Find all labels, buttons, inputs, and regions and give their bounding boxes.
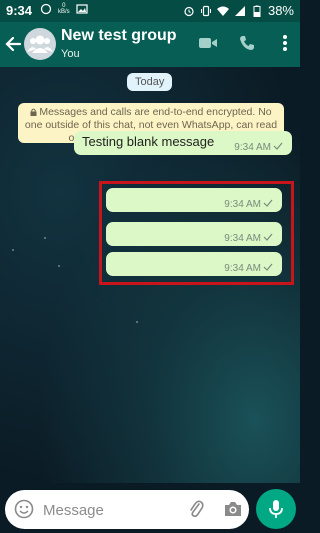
group-subtitle[interactable]: You: [61, 48, 80, 60]
status-time: 9:34: [6, 3, 33, 18]
date-divider: Today: [127, 73, 173, 91]
battery-percent: 38%: [267, 3, 294, 18]
message-bubble[interactable]: Testing blank message 9:34 AM: [74, 131, 292, 155]
battery-icon: [253, 5, 261, 17]
network-speed: 0 kB/s: [58, 3, 70, 15]
vibrate-icon: [200, 5, 211, 16]
alarm-icon: [184, 6, 194, 16]
back-arrow-icon[interactable]: [4, 33, 24, 55]
image-notification-icon: [76, 4, 88, 14]
voice-call-icon[interactable]: [238, 34, 256, 52]
voice-message-button[interactable]: [256, 489, 296, 529]
message-text: Testing blank message: [82, 134, 215, 149]
video-call-icon[interactable]: [198, 35, 218, 51]
message-composer: [5, 490, 249, 529]
more-options-icon[interactable]: [282, 33, 288, 53]
wifi-icon: [216, 6, 229, 16]
camera-icon[interactable]: [223, 500, 243, 518]
mic-icon: [269, 500, 283, 518]
group-icon: [27, 35, 53, 53]
signal-icon: [234, 5, 245, 16]
group-avatar[interactable]: [24, 28, 56, 60]
attach-icon[interactable]: [188, 499, 204, 519]
message-input[interactable]: [41, 498, 185, 522]
highlight-box: [99, 181, 294, 285]
whatsapp-notification-icon: [40, 3, 52, 15]
chat-header: New test group You: [0, 22, 300, 67]
group-title[interactable]: New test group: [61, 27, 177, 45]
message-meta: 9:34 AM: [234, 142, 283, 153]
status-bar: 9:34 0 kB/s 38%: [0, 0, 300, 22]
emoji-icon[interactable]: [14, 499, 34, 519]
sent-tick-icon: [273, 142, 283, 150]
chat-area[interactable]: Today Messages and calls are end-to-end …: [0, 67, 300, 483]
lock-icon: [30, 108, 37, 116]
